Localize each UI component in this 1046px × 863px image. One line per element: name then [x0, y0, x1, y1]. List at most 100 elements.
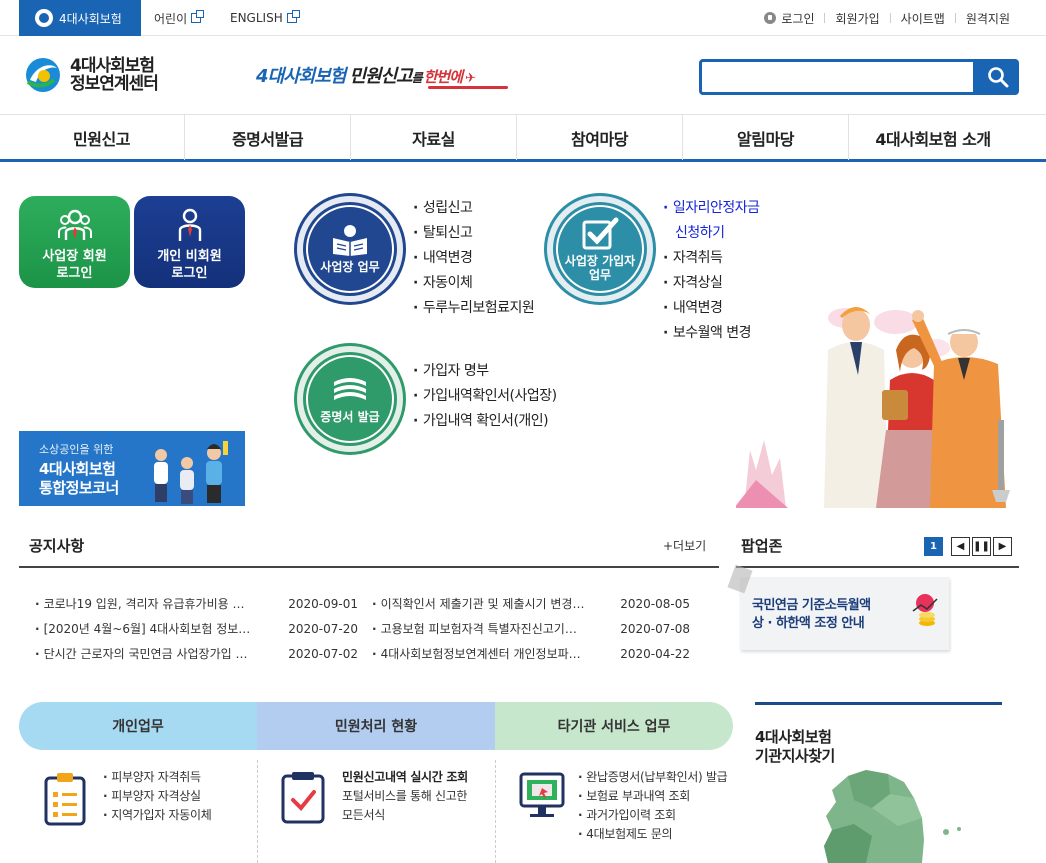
nav-civil-report[interactable]: 민원신고: [19, 115, 185, 160]
certificate-circle[interactable]: 증명서 발급: [297, 346, 403, 452]
nav-library[interactable]: 자료실: [351, 115, 517, 160]
english-link[interactable]: ENGLISH: [230, 0, 300, 36]
small-business-banner[interactable]: 소상공인을 위한 4대사회보험 통합정보코너: [19, 431, 245, 506]
nav-certificate[interactable]: 증명서발급: [185, 115, 351, 160]
join-link[interactable]: 회원가입: [835, 10, 879, 27]
search-button[interactable]: [976, 59, 1019, 95]
list-item[interactable]: 자격취득: [663, 246, 760, 271]
list-item[interactable]: 가입자 명부: [413, 359, 557, 384]
popup-prev-button[interactable]: ◀: [951, 537, 970, 556]
brand-logo-link[interactable]: 4대사회보험 정보연계센터: [24, 56, 159, 94]
list-item[interactable]: 피부양자 자격취득: [103, 768, 211, 787]
table-row[interactable]: 고용보험 피보험자격 특별자진신고기… 2020-07-08: [372, 617, 690, 642]
individual-member-icon: [178, 208, 201, 241]
util-tab-4insurance[interactable]: 4대사회보험: [19, 0, 141, 36]
notice-list-left: 코로나19 입원, 격리자 유급휴가비용 … 2020-09-01 [2020년…: [35, 592, 358, 667]
list-item[interactable]: 탈퇴신고: [413, 221, 534, 246]
individual-login-line1: 개인 비회원: [157, 249, 222, 264]
popup-pause-button[interactable]: ❚❚: [972, 537, 991, 556]
tab-status[interactable]: 민원처리 현황: [257, 702, 495, 750]
member-work-label-line1: 사업장 가입자: [564, 254, 636, 268]
table-row[interactable]: [2020년 4월~6월] 4대사회보험 정보… 2020-07-20: [35, 617, 358, 642]
brand-logo-icon: [26, 58, 60, 92]
checklist-icon: [281, 772, 325, 824]
sitemap-link[interactable]: 사이트맵: [901, 10, 945, 27]
individual-login-line2: 로그인: [171, 266, 208, 281]
notice-item-date: 2020-07-20: [288, 622, 358, 636]
business-login-button[interactable]: 사업장 회원 로그인: [19, 196, 130, 288]
job-stability-fund-link[interactable]: 일자리안정자금: [663, 196, 760, 221]
kids-link[interactable]: 어린이: [154, 0, 205, 36]
notice-item-title[interactable]: 4대사회보험정보연계센터 개인정보파…: [372, 642, 610, 667]
notice-item-title[interactable]: [2020년 4월~6월] 4대사회보험 정보…: [35, 617, 278, 642]
list-item[interactable]: 4대보험제도 문의: [578, 825, 727, 844]
list-item[interactable]: 과거가입이력 조회: [578, 806, 727, 825]
list-item[interactable]: 지역가입자 자동이체: [103, 806, 211, 825]
notice-item-date: 2020-07-02: [288, 647, 358, 661]
search-icon: [987, 67, 1008, 88]
new-window-icon: [286, 10, 300, 23]
status-desc-line2: 모든서식: [342, 808, 385, 822]
list-item[interactable]: 가입내역 확인서(개인): [413, 409, 557, 434]
list-item[interactable]: 피부양자 자격상실: [103, 787, 211, 806]
status-panel: 민원신고내역 실시간 조회 포털서비스를 통해 신고한 모든서식: [257, 760, 495, 863]
list-item[interactable]: 가입내역확인서(사업장): [413, 384, 557, 409]
certificate-list: 가입자 명부 가입내역확인서(사업장) 가입내역 확인서(개인): [413, 359, 557, 434]
airplane-icon: ✈: [465, 71, 476, 86]
business-member-icon: [57, 209, 92, 240]
notice-divider: [19, 566, 719, 568]
popup-zone-title: 팝업존: [741, 537, 783, 555]
notice-item-title[interactable]: 단시간 근로자의 국민연금 사업장가입 …: [35, 642, 278, 667]
popup-page-number[interactable]: 1: [924, 537, 943, 556]
service-tabs: 개인업무 민원처리 현황 타기관 서비스 업무: [19, 702, 733, 750]
notice-more-link[interactable]: +더보기: [663, 537, 706, 554]
table-row[interactable]: 이직확인서 제출기관 및 제출시기 변경… 2020-08-05: [372, 592, 690, 617]
branch-title-line2: 기관지사찾기: [755, 747, 835, 765]
notice-list-right: 이직확인서 제출기관 및 제출시기 변경… 2020-08-05 고용보험 피보…: [372, 592, 690, 667]
table-row[interactable]: 코로나19 입원, 격리자 유급휴가비용 … 2020-09-01: [35, 592, 358, 617]
branch-finder-title[interactable]: 4대사회보험 기관지사찾기: [755, 728, 835, 766]
document-stack-icon: [334, 378, 366, 400]
popup-card[interactable]: 국민연금 기준소득월액 상 · 하한액 조정 안내: [740, 577, 949, 650]
main-navigation: 민원신고 증명서발급 자료실 참여마당 알림마당 4대사회보험 소개: [0, 114, 1046, 162]
branch-divider: [755, 702, 1002, 705]
remote-support-link[interactable]: 원격지원: [966, 10, 1010, 27]
nav-participation[interactable]: 참여마당: [517, 115, 683, 160]
book-reader-icon: [333, 225, 367, 256]
utility-bar: 4대사회보험 어린이 ENGLISH 로그인 회원가입 사이트맵 원격지원: [0, 0, 1046, 36]
util-right-menu: 로그인 회원가입 사이트맵 원격지원: [764, 0, 1010, 36]
notice-title: 공지사항: [29, 537, 85, 555]
job-stability-fund-link-cont[interactable]: 신청하기: [663, 221, 760, 246]
business-work-circle[interactable]: 사업장 업무: [297, 196, 403, 302]
brand-line1: 4대사회보험: [70, 56, 155, 76]
search-box: [699, 59, 976, 95]
branch-title-line1: 4대사회보험: [755, 728, 832, 746]
list-item[interactable]: 성립신고: [413, 196, 534, 221]
notice-item-title[interactable]: 고용보험 피보험자격 특별자진신고기…: [372, 617, 610, 642]
individual-login-button[interactable]: 개인 비회원 로그인: [134, 196, 245, 288]
list-item[interactable]: 완납증명서(납부확인서) 발급: [578, 768, 727, 787]
search-input[interactable]: [702, 62, 973, 92]
clipboard-list-icon: [44, 773, 86, 826]
tab-personal[interactable]: 개인업무: [19, 702, 257, 750]
notice-item-title[interactable]: 이직확인서 제출기관 및 제출시기 변경…: [372, 592, 610, 617]
popup-next-button[interactable]: ▶: [993, 537, 1012, 556]
list-item[interactable]: 보험료 부과내역 조회: [578, 787, 727, 806]
list-item[interactable]: 두루누리보험료지원: [413, 296, 535, 321]
korea-map-icon[interactable]: [818, 768, 968, 863]
list-item[interactable]: 내역변경: [413, 246, 534, 271]
business-work-label: 사업장 업무: [320, 260, 380, 274]
status-heading-link[interactable]: 민원신고내역 실시간 조회: [342, 768, 468, 787]
login-link[interactable]: 로그인: [781, 10, 814, 27]
nav-about[interactable]: 4대사회보험 소개: [849, 115, 1017, 160]
list-item[interactable]: 자동이체: [413, 271, 534, 296]
member-work-circle[interactable]: 사업장 가입자 업무: [547, 196, 653, 302]
table-row[interactable]: 4대사회보험정보연계센터 개인정보파… 2020-04-22: [372, 642, 690, 667]
table-row[interactable]: 단시간 근로자의 국민연금 사업장가입 … 2020-07-02: [35, 642, 358, 667]
notice-item-title[interactable]: 코로나19 입원, 격리자 유급휴가비용 …: [35, 592, 278, 617]
nav-notice[interactable]: 알림마당: [683, 115, 849, 160]
tab-other-agency[interactable]: 타기관 서비스 업무: [495, 702, 733, 750]
popup-divider: [736, 566, 1019, 568]
brand-name: 4대사회보험 정보연계센터: [70, 56, 159, 93]
business-login-line1: 사업장 회원: [42, 249, 107, 264]
